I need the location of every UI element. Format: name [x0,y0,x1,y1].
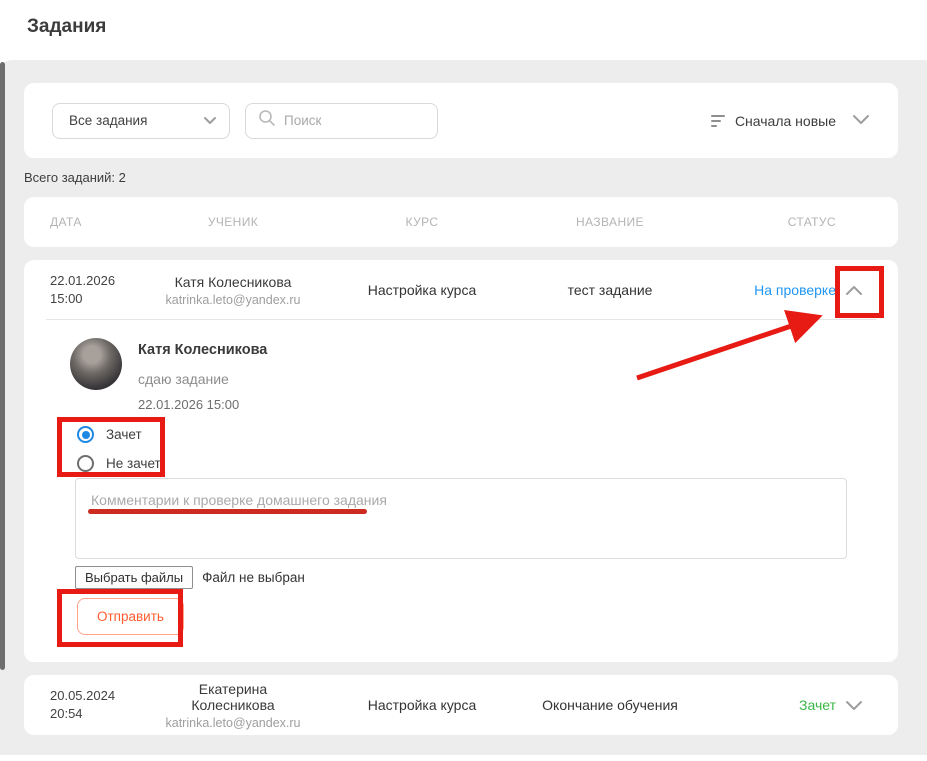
table-row: 22.01.2026 15:00 Катя Колесникова katrin… [24,260,898,662]
row-summary[interactable]: 22.01.2026 15:00 Катя Колесникова katrin… [24,260,898,320]
search-input[interactable] [284,113,414,128]
column-title: НАЗВАНИЕ [538,215,682,229]
page-title: Задания [27,16,106,38]
column-status: СТАТУС [682,215,836,229]
row-task-title: Окончание обучения [538,697,682,713]
row-student-email: katrinka.leto@yandex.ru [160,293,306,307]
search-icon [258,109,276,132]
file-status-text: Файл не выбран [202,570,305,585]
collapse-row-button[interactable] [836,285,872,296]
submission-timestamp: 22.01.2026 15:00 [138,397,239,412]
submit-button[interactable]: Отправить [77,598,184,635]
submission-author: Катя Колесникова [138,342,267,358]
sort-label: Сначала новые [735,113,836,129]
assignments-screen: Задания Все задания Сначала новые Всего … [0,0,927,761]
row-task-title: тест задание [538,282,682,298]
row-student: Катя Колесникова katrinka.leto@yandex.ru [160,274,306,307]
radio-unselected-icon [77,455,94,472]
column-date: ДАТА [50,215,160,229]
column-course: КУРС [306,215,538,229]
total-count-label: Всего заданий: [24,170,115,185]
total-count-value: 2 [119,170,126,185]
total-count: Всего заданий: 2 [24,170,126,185]
choose-files-button[interactable]: Выбрать файлы [75,566,193,589]
filter-select[interactable]: Все задания [52,103,230,139]
sort-control[interactable]: Сначала новые [711,112,870,130]
file-upload-row: Выбрать файлы Файл не выбран [75,566,305,589]
bottom-edge [0,755,927,761]
row-student-email: katrinka.leto@yandex.ru [160,716,306,730]
annotation-underline-comment [88,509,367,514]
chevron-down-icon [203,112,217,130]
status-badge: Зачет [682,697,836,713]
avatar [70,338,122,390]
row-summary[interactable]: 20.05.2024 20:54 Екатерина Колесникова k… [24,675,898,735]
row-course: Настройка курса [306,697,538,713]
table-row: 20.05.2024 20:54 Екатерина Колесникова k… [24,675,898,735]
status-badge: На проверке [682,282,836,298]
submission-message: сдаю задание [138,371,229,387]
radio-option-pass[interactable]: Зачет [77,426,142,443]
chevron-down-icon [852,112,870,130]
expand-row-button[interactable] [836,700,872,711]
radio-option-fail[interactable]: Не зачет [77,455,161,472]
row-student: Екатерина Колесникова katrinka.leto@yand… [160,681,306,730]
radio-selected-icon [77,426,94,443]
column-student: УЧЕНИК [160,215,306,229]
scrollbar-thumb[interactable] [0,62,5,670]
sort-lines-icon [711,115,725,127]
search-box [245,103,438,139]
comment-textarea[interactable] [75,478,847,559]
table-header: ДАТА УЧЕНИК КУРС НАЗВАНИЕ СТАТУС [24,197,898,247]
row-date: 20.05.2024 20:54 [50,687,160,723]
filter-select-value: Все задания [69,113,147,128]
row-date: 22.01.2026 15:00 [50,272,160,308]
filters-card: Все задания Сначала новые [24,83,898,158]
row-course: Настройка курса [306,282,538,298]
